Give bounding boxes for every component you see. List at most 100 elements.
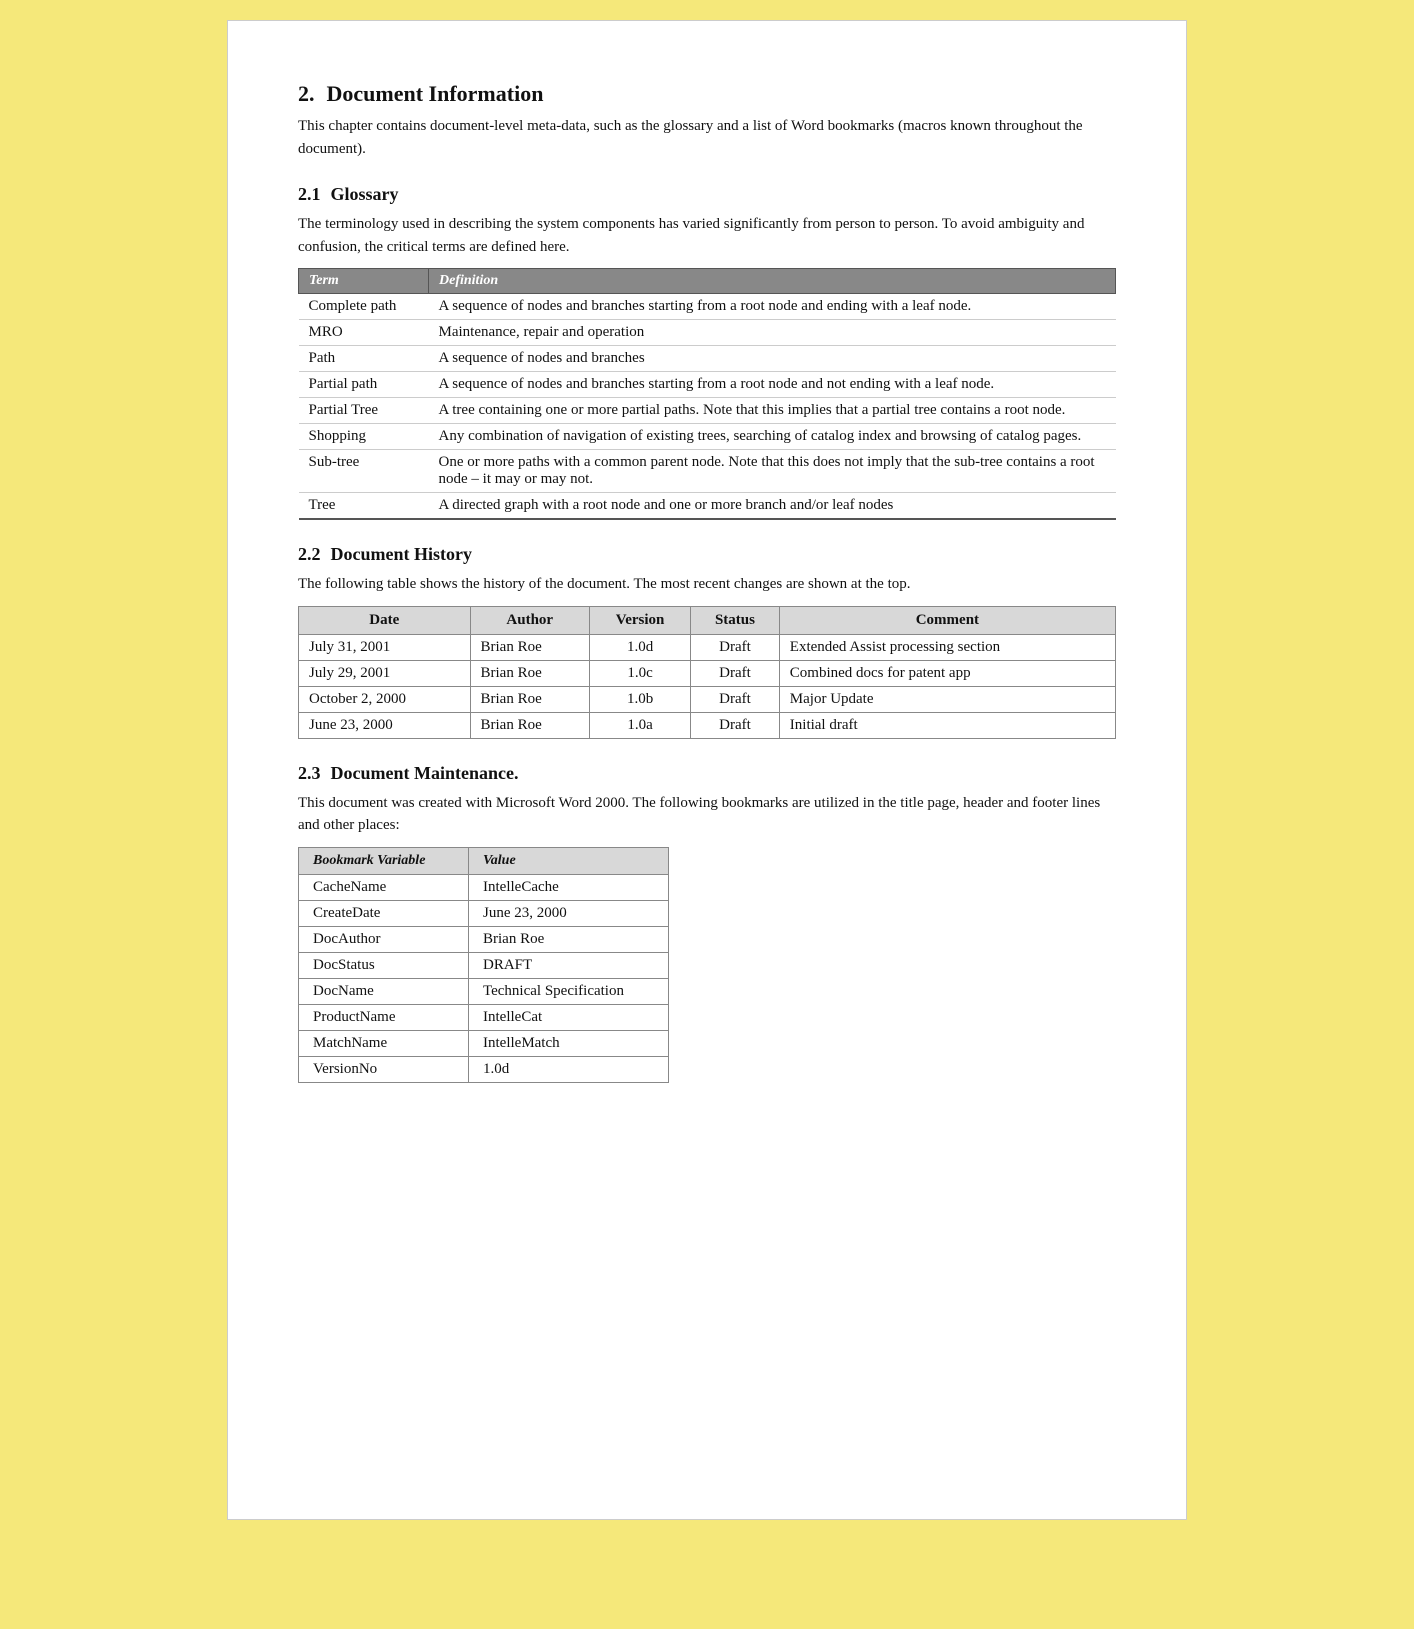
- bookmark-cell: MatchName: [299, 1030, 469, 1056]
- glossary-term: Sub-tree: [299, 450, 429, 493]
- bookmark-cell: DocName: [299, 978, 469, 1004]
- glossary-term: Partial Tree: [299, 398, 429, 424]
- bookmark-cell: 1.0d: [469, 1056, 669, 1082]
- glossary-term: Shopping: [299, 424, 429, 450]
- history-cell: Major Update: [779, 686, 1115, 712]
- bookmark-header-row: Bookmark Variable Value: [299, 847, 669, 874]
- section-22-intro: The following table shows the history of…: [298, 573, 1116, 596]
- history-cell: June 23, 2000: [299, 712, 471, 738]
- bookmark-cell: VersionNo: [299, 1056, 469, 1082]
- history-cell: 1.0d: [590, 634, 691, 660]
- history-cell: October 2, 2000: [299, 686, 471, 712]
- glossary-row: Sub-treeOne or more paths with a common …: [299, 450, 1116, 493]
- history-cell: Brian Roe: [470, 660, 589, 686]
- history-cell: Draft: [691, 634, 780, 660]
- history-cell: July 31, 2001: [299, 634, 471, 660]
- glossary-term: Tree: [299, 493, 429, 520]
- glossary-col-term: Term: [299, 269, 429, 294]
- history-header-row: Date Author Version Status Comment: [299, 606, 1116, 634]
- section-23-heading: 2.3 Document Maintenance.: [298, 763, 1116, 784]
- section-23-title: Document Maintenance.: [331, 763, 519, 784]
- section-2-intro: This chapter contains document-level met…: [298, 115, 1116, 160]
- history-cell: Draft: [691, 712, 780, 738]
- section-23-num: 2.3: [298, 763, 321, 784]
- history-cell: July 29, 2001: [299, 660, 471, 686]
- history-col-status: Status: [691, 606, 780, 634]
- glossary-row: TreeA directed graph with a root node an…: [299, 493, 1116, 520]
- glossary-term: Partial path: [299, 372, 429, 398]
- glossary-row: Partial TreeA tree containing one or mor…: [299, 398, 1116, 424]
- history-cell: Initial draft: [779, 712, 1115, 738]
- history-cell: Combined docs for patent app: [779, 660, 1115, 686]
- glossary-definition: Maintenance, repair and operation: [429, 320, 1116, 346]
- history-row: June 23, 2000Brian Roe1.0aDraftInitial d…: [299, 712, 1116, 738]
- glossary-row: MROMaintenance, repair and operation: [299, 320, 1116, 346]
- glossary-term: Path: [299, 346, 429, 372]
- glossary-definition: A directed graph with a root node and on…: [429, 493, 1116, 520]
- glossary-definition: Any combination of navigation of existin…: [429, 424, 1116, 450]
- glossary-col-definition: Definition: [429, 269, 1116, 294]
- glossary-term: MRO: [299, 320, 429, 346]
- bookmark-row: DocNameTechnical Specification: [299, 978, 669, 1004]
- glossary-definition: A tree containing one or more partial pa…: [429, 398, 1116, 424]
- glossary-row: Complete pathA sequence of nodes and bra…: [299, 294, 1116, 320]
- bookmark-cell: ProductName: [299, 1004, 469, 1030]
- section-22-title: Document History: [331, 544, 472, 565]
- bookmark-cell: DocAuthor: [299, 926, 469, 952]
- history-cell: Brian Roe: [470, 634, 589, 660]
- glossary-definition: A sequence of nodes and branches: [429, 346, 1116, 372]
- page: 2. Document Information This chapter con…: [227, 20, 1187, 1520]
- section-21-num: 2.1: [298, 184, 321, 205]
- history-cell: Draft: [691, 686, 780, 712]
- glossary-row: PathA sequence of nodes and branches: [299, 346, 1116, 372]
- glossary-definition: A sequence of nodes and branches startin…: [429, 294, 1116, 320]
- history-cell: 1.0c: [590, 660, 691, 686]
- section-2-num: 2.: [298, 81, 315, 107]
- section-2-title: Document Information: [327, 81, 544, 107]
- bookmark-cell: DRAFT: [469, 952, 669, 978]
- bookmark-cell: CacheName: [299, 874, 469, 900]
- history-cell: 1.0b: [590, 686, 691, 712]
- history-row: July 31, 2001Brian Roe1.0dDraftExtended …: [299, 634, 1116, 660]
- history-cell: Extended Assist processing section: [779, 634, 1115, 660]
- bookmark-cell: CreateDate: [299, 900, 469, 926]
- bookmark-row: CacheNameIntelleCache: [299, 874, 669, 900]
- history-row: July 29, 2001Brian Roe1.0cDraftCombined …: [299, 660, 1116, 686]
- section-22-num: 2.2: [298, 544, 321, 565]
- history-cell: Draft: [691, 660, 780, 686]
- glossary-definition: A sequence of nodes and branches startin…: [429, 372, 1116, 398]
- bookmark-row: DocAuthorBrian Roe: [299, 926, 669, 952]
- glossary-term: Complete path: [299, 294, 429, 320]
- history-col-date: Date: [299, 606, 471, 634]
- bookmark-cell: June 23, 2000: [469, 900, 669, 926]
- history-cell: Brian Roe: [470, 686, 589, 712]
- section-22-heading: 2.2 Document History: [298, 544, 1116, 565]
- glossary-table: Term Definition Complete pathA sequence …: [298, 268, 1116, 520]
- history-row: October 2, 2000Brian Roe1.0bDraftMajor U…: [299, 686, 1116, 712]
- bookmark-cell: DocStatus: [299, 952, 469, 978]
- history-col-author: Author: [470, 606, 589, 634]
- history-col-comment: Comment: [779, 606, 1115, 634]
- section-21-title: Glossary: [331, 184, 399, 205]
- history-table: Date Author Version Status Comment July …: [298, 606, 1116, 739]
- bookmark-table: Bookmark Variable Value CacheNameIntelle…: [298, 847, 669, 1083]
- bookmark-col-variable: Bookmark Variable: [299, 847, 469, 874]
- section-23-intro: This document was created with Microsoft…: [298, 792, 1116, 837]
- bookmark-row: CreateDateJune 23, 2000: [299, 900, 669, 926]
- bookmark-cell: IntelleCache: [469, 874, 669, 900]
- glossary-header-row: Term Definition: [299, 269, 1116, 294]
- section-21-intro: The terminology used in describing the s…: [298, 213, 1116, 258]
- glossary-row: Partial pathA sequence of nodes and bran…: [299, 372, 1116, 398]
- bookmark-row: DocStatusDRAFT: [299, 952, 669, 978]
- bookmark-cell: Brian Roe: [469, 926, 669, 952]
- bookmark-cell: IntelleCat: [469, 1004, 669, 1030]
- glossary-definition: One or more paths with a common parent n…: [429, 450, 1116, 493]
- history-cell: Brian Roe: [470, 712, 589, 738]
- section-2-heading: 2. Document Information: [298, 81, 1116, 107]
- bookmark-col-value: Value: [469, 847, 669, 874]
- section-21-heading: 2.1 Glossary: [298, 184, 1116, 205]
- bookmark-cell: IntelleMatch: [469, 1030, 669, 1056]
- bookmark-row: MatchNameIntelleMatch: [299, 1030, 669, 1056]
- bookmark-row: VersionNo1.0d: [299, 1056, 669, 1082]
- history-col-version: Version: [590, 606, 691, 634]
